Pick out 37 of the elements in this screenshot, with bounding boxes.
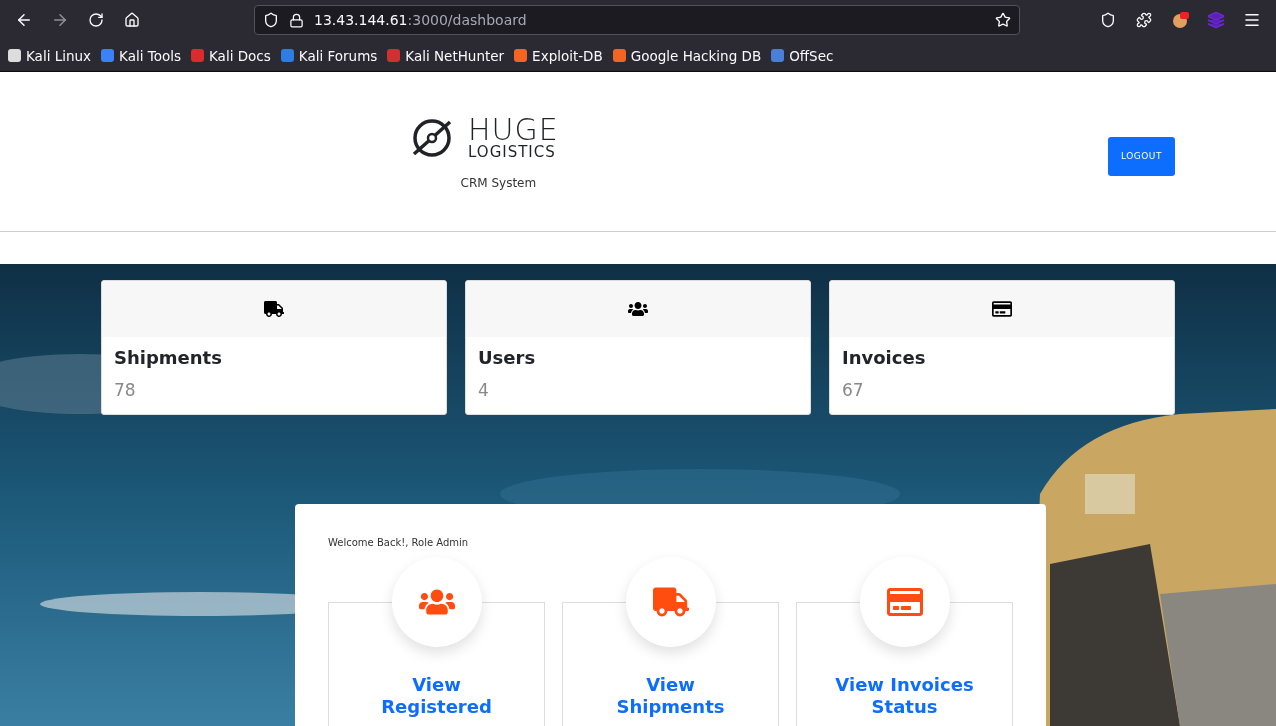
forward-icon [51, 11, 69, 29]
stat-title: Shipments [114, 347, 223, 368]
bookmark-link[interactable]: Kali Forums [280, 47, 378, 64]
truck-icon [264, 299, 284, 319]
bookmark-link[interactable]: Kali Tools [101, 47, 181, 64]
pocket-icon [1100, 12, 1116, 28]
action-link[interactable]: View Invoices Status [824, 674, 985, 718]
logo-wordmark: HUGE LOGISTICS [468, 115, 559, 160]
extension-badge-icon [1171, 11, 1189, 29]
menu-icon [1243, 11, 1261, 29]
action-link[interactable]: View Shipments [590, 674, 751, 718]
bookmark-link[interactable]: OffSec [771, 47, 834, 64]
users-icon [628, 299, 648, 319]
lock-icon [289, 12, 304, 28]
stat-value: 78 [114, 380, 137, 400]
home-icon [124, 12, 140, 28]
stat-title: Invoices [842, 347, 927, 368]
stat-title: Users [478, 347, 537, 368]
layers-icon [1207, 11, 1225, 29]
logout-button[interactable]: LOGOUT [1108, 136, 1175, 176]
address-bar[interactable]: 13.43.144.61:3000/dashboard [254, 5, 1020, 35]
bookmark-link[interactable]: Kali Linux [8, 47, 92, 64]
credit-card-icon [992, 299, 1012, 319]
action-link[interactable]: View Registered [356, 674, 517, 718]
shield-icon [263, 12, 279, 28]
stat-value: 67 [842, 380, 865, 400]
bookmark-link[interactable]: Exploit-DB [514, 47, 603, 64]
bookmark-link[interactable]: Google Hacking DB [612, 47, 762, 64]
reload-icon [88, 12, 104, 28]
stat-value: 4 [478, 380, 490, 400]
bookmark-star-icon[interactable] [995, 12, 1011, 28]
subtitle: CRM System [460, 175, 537, 190]
bookmark-link[interactable]: Kali NetHunter [387, 47, 505, 64]
bookmark-link[interactable]: Kali Docs [191, 47, 271, 64]
welcome-text: Welcome Back!, Role Admin [328, 537, 470, 548]
puzzle-icon [1136, 12, 1152, 28]
back-icon [15, 11, 33, 29]
